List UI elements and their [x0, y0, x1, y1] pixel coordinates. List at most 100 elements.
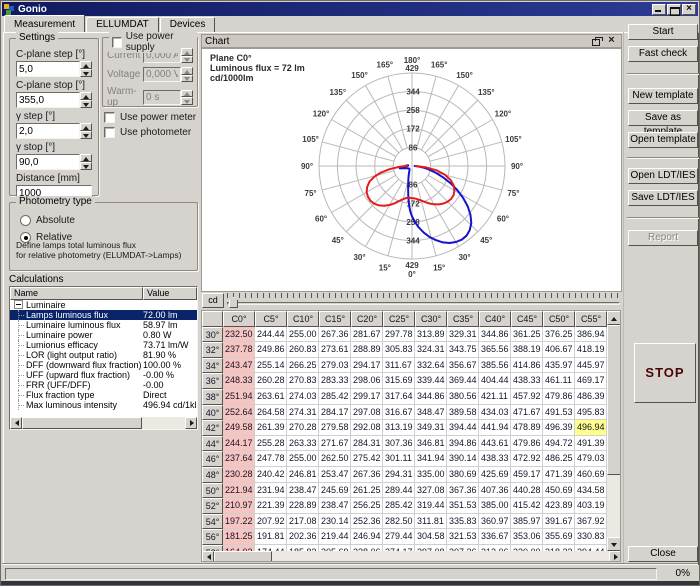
- spin-up-icon[interactable]: [80, 154, 92, 162]
- table-cell[interactable]: 273.61: [319, 342, 351, 358]
- settings-field-input[interactable]: [16, 123, 80, 139]
- table-cell[interactable]: 441.94: [479, 420, 511, 436]
- table-cell[interactable]: 270.28: [287, 420, 319, 436]
- table-cell[interactable]: 394.86: [447, 436, 479, 452]
- table-cell[interactable]: 404.44: [479, 373, 511, 389]
- table-cell[interactable]: 479.03: [575, 451, 607, 467]
- table-cell[interactable]: 231.94: [255, 483, 287, 499]
- table-cell[interactable]: 283.33: [319, 373, 351, 389]
- table-cell[interactable]: 330.83: [575, 529, 607, 545]
- table-cell[interactable]: 321.53: [447, 529, 479, 545]
- spin-down-icon[interactable]: [80, 69, 92, 77]
- table-cell[interactable]: 421.11: [479, 389, 511, 405]
- table-cell[interactable]: 266.25: [287, 358, 319, 374]
- slider-track[interactable]: [227, 302, 620, 305]
- table-scroll-right-arrow[interactable]: [609, 551, 621, 562]
- table-cell[interactable]: 243.47: [223, 358, 255, 374]
- table-col-header[interactable]: C30°: [415, 311, 447, 327]
- table-cell[interactable]: 486.39: [575, 389, 607, 405]
- table-cell[interactable]: 349.31: [415, 420, 447, 436]
- spin-down-icon[interactable]: [80, 100, 92, 108]
- table-col-header[interactable]: C20°: [351, 311, 383, 327]
- table-cell[interactable]: 284.17: [319, 405, 351, 421]
- table-cell[interactable]: 316.67: [383, 405, 415, 421]
- table-cell[interactable]: 450.69: [543, 483, 575, 499]
- table-cell[interactable]: 232.50: [223, 327, 255, 343]
- table-cell[interactable]: 210.97: [223, 498, 255, 514]
- table-cell[interactable]: 275.42: [351, 451, 383, 467]
- table-hscroll-thumb[interactable]: [214, 551, 272, 562]
- table-cell[interactable]: 288.89: [351, 342, 383, 358]
- table-col-header[interactable]: C10°: [287, 311, 319, 327]
- table-cell[interactable]: 253.47: [319, 467, 351, 483]
- table-cell[interactable]: 256.25: [351, 498, 383, 514]
- table-cell[interactable]: 414.86: [511, 358, 543, 374]
- table-cell[interactable]: 251.94: [223, 389, 255, 405]
- table-cell[interactable]: 285.42: [319, 389, 351, 405]
- table-cell[interactable]: 344.86: [415, 389, 447, 405]
- table-cell[interactable]: 217.08: [287, 514, 319, 530]
- table-cell[interactable]: 247.78: [255, 451, 287, 467]
- table-cell[interactable]: 202.36: [287, 529, 319, 545]
- chart-close-button[interactable]: [605, 36, 618, 47]
- table-cell[interactable]: 348.47: [415, 405, 447, 421]
- calc-row[interactable]: FRR (UFF/DFF)-0.00: [10, 380, 197, 390]
- table-cell[interactable]: 380.56: [447, 389, 479, 405]
- calc-col-value[interactable]: Value: [143, 287, 197, 300]
- table-cell[interactable]: 478.89: [511, 420, 543, 436]
- table-row-header[interactable]: 50°: [202, 483, 223, 499]
- open-ldt-ies-button[interactable]: Open LDT/IES: [628, 168, 698, 184]
- new-template-button[interactable]: New template: [628, 88, 698, 104]
- table-cell[interactable]: 388.19: [511, 342, 543, 358]
- table-cell[interactable]: 305.83: [383, 342, 415, 358]
- table-cell[interactable]: 385.97: [511, 514, 543, 530]
- table-col-header[interactable]: C55°: [575, 311, 607, 327]
- calc-hscroll-thumb[interactable]: [22, 417, 142, 429]
- table-cell[interactable]: 403.19: [575, 498, 607, 514]
- table-cell[interactable]: 346.81: [415, 436, 447, 452]
- table-row-header[interactable]: 30°: [202, 327, 223, 343]
- table-cell[interactable]: 315.69: [383, 373, 415, 389]
- table-cell[interactable]: 252.64: [223, 405, 255, 421]
- table-cell[interactable]: 339.44: [415, 373, 447, 389]
- calc-scroll-left-arrow[interactable]: [10, 417, 22, 429]
- table-cell[interactable]: 246.94: [351, 529, 383, 545]
- table-scroll-left-arrow[interactable]: [202, 551, 214, 562]
- maximize-button[interactable]: [667, 4, 681, 15]
- table-col-header[interactable]: C40°: [479, 311, 511, 327]
- table-cell[interactable]: 367.92: [575, 514, 607, 530]
- table-row-header[interactable]: 56°: [202, 529, 223, 545]
- table-cell[interactable]: 255.14: [255, 358, 287, 374]
- table-cell[interactable]: 415.42: [511, 498, 543, 514]
- start-button[interactable]: Start: [628, 24, 698, 40]
- table-cell[interactable]: 244.17: [223, 436, 255, 452]
- table-cell[interactable]: 479.86: [543, 389, 575, 405]
- table-col-header[interactable]: C0°: [223, 311, 255, 327]
- table-cell[interactable]: 332.64: [415, 358, 447, 374]
- spin-down-icon[interactable]: [80, 162, 92, 170]
- table-cell[interactable]: 336.67: [479, 529, 511, 545]
- table-cell[interactable]: 445.97: [575, 358, 607, 374]
- close-window-button[interactable]: [682, 4, 696, 15]
- table-cell[interactable]: 389.58: [447, 405, 479, 421]
- table-cell[interactable]: 294.17: [351, 358, 383, 374]
- table-cell[interactable]: 495.83: [575, 405, 607, 421]
- table-cell[interactable]: 335.00: [415, 467, 447, 483]
- table-cell[interactable]: 367.36: [447, 483, 479, 499]
- table-cell[interactable]: 341.94: [415, 451, 447, 467]
- table-row-header[interactable]: 44°: [202, 436, 223, 452]
- table-vscroll-thumb[interactable]: [607, 325, 621, 475]
- table-cell[interactable]: 496.94: [575, 420, 607, 436]
- table-col-header[interactable]: C50°: [543, 311, 575, 327]
- table-cell[interactable]: 267.36: [319, 327, 351, 343]
- table-cell[interactable]: 406.67: [543, 342, 575, 358]
- tab-measurement[interactable]: Measurement: [4, 15, 85, 32]
- table-cell[interactable]: 270.83: [287, 373, 319, 389]
- minimize-button[interactable]: [652, 4, 666, 15]
- calc-row[interactable]: Max luminous intensity496.94 cd/1klm: [10, 400, 197, 410]
- calc-row[interactable]: Lamps luminous flux72.00 lm: [10, 310, 197, 320]
- use-photometer-checkbox[interactable]: [104, 127, 115, 138]
- table-cell[interactable]: 261.39: [255, 420, 287, 436]
- table-cell[interactable]: 351.53: [447, 498, 479, 514]
- table-cell[interactable]: 391.67: [543, 514, 575, 530]
